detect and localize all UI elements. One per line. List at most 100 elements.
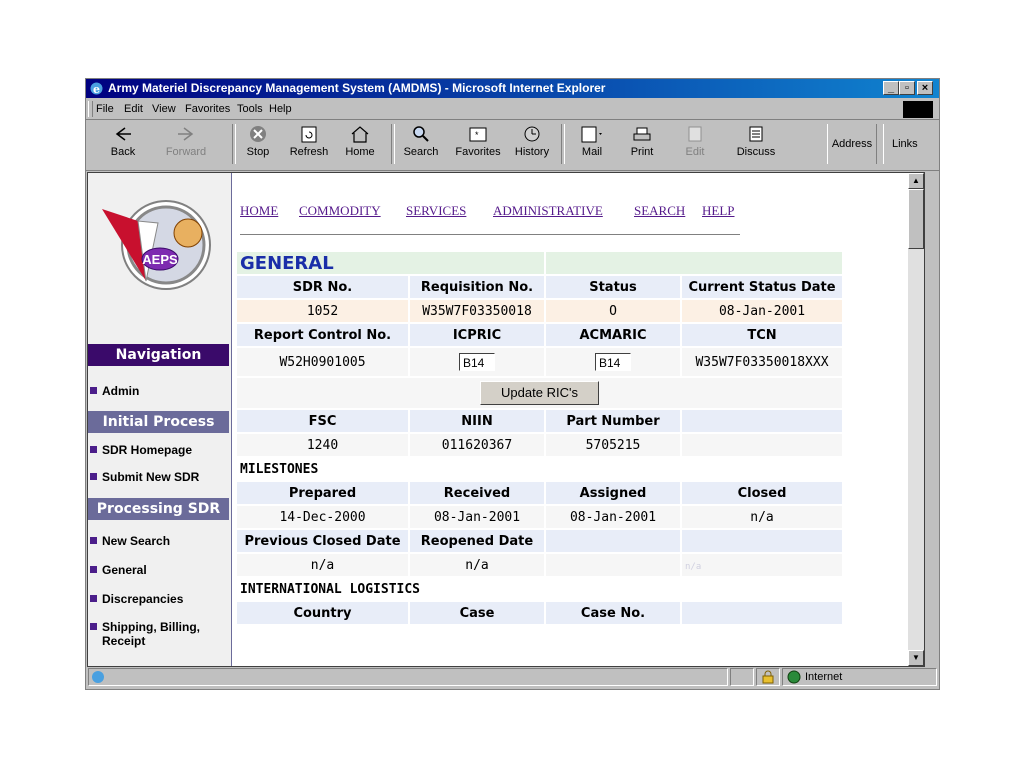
sidebar-item-new-search[interactable]: New Search — [88, 534, 229, 548]
navigation-header: Navigation — [88, 344, 229, 366]
favorites-icon: * — [469, 127, 487, 142]
niin-value: 011620367 — [410, 434, 544, 456]
col-header: Assigned — [546, 482, 680, 504]
col-header: ACMARIC — [546, 324, 680, 346]
nav-link-home[interactable]: HOME — [240, 203, 278, 219]
nav-link-administrative[interactable]: ADMINISTRATIVE — [493, 203, 603, 219]
received-date: 08-Jan-2001 — [410, 506, 544, 528]
prepared-date: 14-Dec-2000 — [237, 506, 408, 528]
status-value: O — [546, 300, 680, 322]
menu-help[interactable]: Help — [269, 99, 292, 119]
zone-label: Internet — [805, 671, 843, 683]
edit-icon — [688, 126, 702, 142]
col-header: FSC — [237, 410, 408, 432]
col-header: Case No. — [546, 602, 680, 624]
col-header: Requisition No. — [410, 276, 544, 298]
nav-link-commodity[interactable]: COMMODITY — [299, 203, 381, 219]
back-arrow-icon — [115, 127, 131, 141]
col-header: Current Status Date — [682, 276, 842, 298]
sidebar-item-general[interactable]: General — [88, 563, 229, 577]
search-button[interactable]: Search — [398, 122, 444, 166]
sidebar-item-admin[interactable]: Admin — [88, 384, 229, 398]
discuss-icon — [749, 126, 763, 142]
menu-view[interactable]: View — [152, 99, 176, 119]
sidebar: AEPS Navigation Admin Initial Process SD… — [88, 173, 231, 666]
tcn-value: W35W7F03350018XXX — [682, 348, 842, 376]
menu-favorites[interactable]: Favorites — [185, 99, 230, 119]
history-icon — [524, 126, 540, 142]
col-header: Report Control No. — [237, 324, 408, 346]
lock-icon — [762, 670, 774, 684]
requisition-no: W35W7F03350018 — [410, 300, 544, 322]
sidebar-item-sdr-homepage[interactable]: SDR Homepage — [88, 443, 229, 457]
menu-edit[interactable]: Edit — [124, 99, 143, 119]
processing-sdr-header: Processing SDR — [88, 498, 229, 520]
previous-closed-date: n/a — [237, 554, 408, 576]
history-button[interactable]: History — [510, 122, 554, 166]
refresh-icon — [301, 126, 317, 143]
nav-link-help[interactable]: HELP — [702, 203, 735, 219]
nav-link-services[interactable]: SERVICES — [406, 203, 466, 219]
print-icon — [633, 127, 651, 141]
scroll-thumb[interactable] — [908, 189, 924, 249]
forward-arrow-icon — [178, 127, 194, 141]
scroll-down-icon[interactable]: ▼ — [908, 650, 924, 666]
window-title: Army Materiel Discrepancy Management Sys… — [108, 81, 606, 95]
initial-process-header: Initial Process — [88, 411, 229, 433]
col-header: NIIN — [410, 410, 544, 432]
stop-icon — [250, 126, 266, 142]
back-button[interactable]: Back — [100, 122, 146, 166]
menu-file[interactable]: File — [96, 99, 114, 119]
page-icon — [92, 671, 104, 683]
mail-button[interactable]: Mail — [572, 122, 612, 166]
home-button[interactable]: Home — [338, 122, 382, 166]
home-icon — [351, 126, 369, 143]
menu-tools[interactable]: Tools — [237, 99, 263, 119]
assigned-date: 08-Jan-2001 — [546, 506, 680, 528]
sidebar-item-submit-new-sdr[interactable]: Submit New SDR — [88, 470, 229, 484]
print-button[interactable]: Print — [622, 122, 662, 166]
refresh-button[interactable]: Refresh — [284, 122, 334, 166]
links-label[interactable]: Links — [883, 124, 939, 164]
discuss-button[interactable]: Discuss — [726, 122, 786, 166]
status-bar: Internet — [86, 667, 939, 687]
minimize-button[interactable]: _ — [883, 81, 899, 95]
icpric-input[interactable]: B14 — [459, 353, 495, 371]
col-header: Previous Closed Date — [237, 530, 408, 552]
col-header: Status — [546, 276, 680, 298]
part-number-value: 5705215 — [546, 434, 680, 456]
faded-value: n/a — [685, 561, 702, 572]
scroll-up-icon[interactable]: ▲ — [908, 173, 924, 189]
svg-text:e: e — [93, 83, 100, 96]
windows-logo-icon — [903, 101, 933, 118]
update-rics-button[interactable]: Update RIC's — [480, 381, 599, 405]
col-header: SDR No. — [237, 276, 408, 298]
stop-button[interactable]: Stop — [240, 122, 276, 166]
search-icon — [413, 126, 429, 142]
aeps-logo: AEPS — [102, 200, 211, 290]
forward-button[interactable]: Forward — [156, 122, 216, 166]
reopened-date: n/a — [410, 554, 544, 576]
globe-icon — [787, 670, 801, 684]
favorites-button[interactable]: * Favorites — [448, 122, 508, 166]
maximize-button[interactable]: ▫ — [899, 81, 915, 95]
title-bar: e Army Materiel Discrepancy Management S… — [86, 79, 939, 98]
col-header: Prepared — [237, 482, 408, 504]
close-button[interactable]: × — [917, 81, 933, 95]
sidebar-item-discrepancies[interactable]: Discrepancies — [88, 592, 229, 606]
vertical-scrollbar[interactable]: ▲ ▼ — [908, 173, 924, 666]
col-header: Country — [237, 602, 408, 624]
toolbar: Back Forward Stop Refresh Home Search * … — [86, 120, 939, 171]
col-header: Received — [410, 482, 544, 504]
sidebar-item-shipping[interactable]: Shipping, Billing, Receipt — [88, 620, 216, 648]
nav-link-search[interactable]: SEARCH — [634, 203, 685, 219]
svg-text:AEPS: AEPS — [142, 252, 178, 267]
report-control-no: W52H0901005 — [237, 348, 408, 376]
col-header: Closed — [682, 482, 842, 504]
acmaric-input[interactable]: B14 — [595, 353, 631, 371]
menu-bar: File Edit View Favorites Tools Help — [86, 99, 939, 120]
address-label[interactable]: Address — [827, 124, 877, 164]
closed-date: n/a — [682, 506, 842, 528]
page-content: AEPS Navigation Admin Initial Process SD… — [87, 172, 925, 667]
edit-button[interactable]: Edit — [680, 122, 710, 166]
